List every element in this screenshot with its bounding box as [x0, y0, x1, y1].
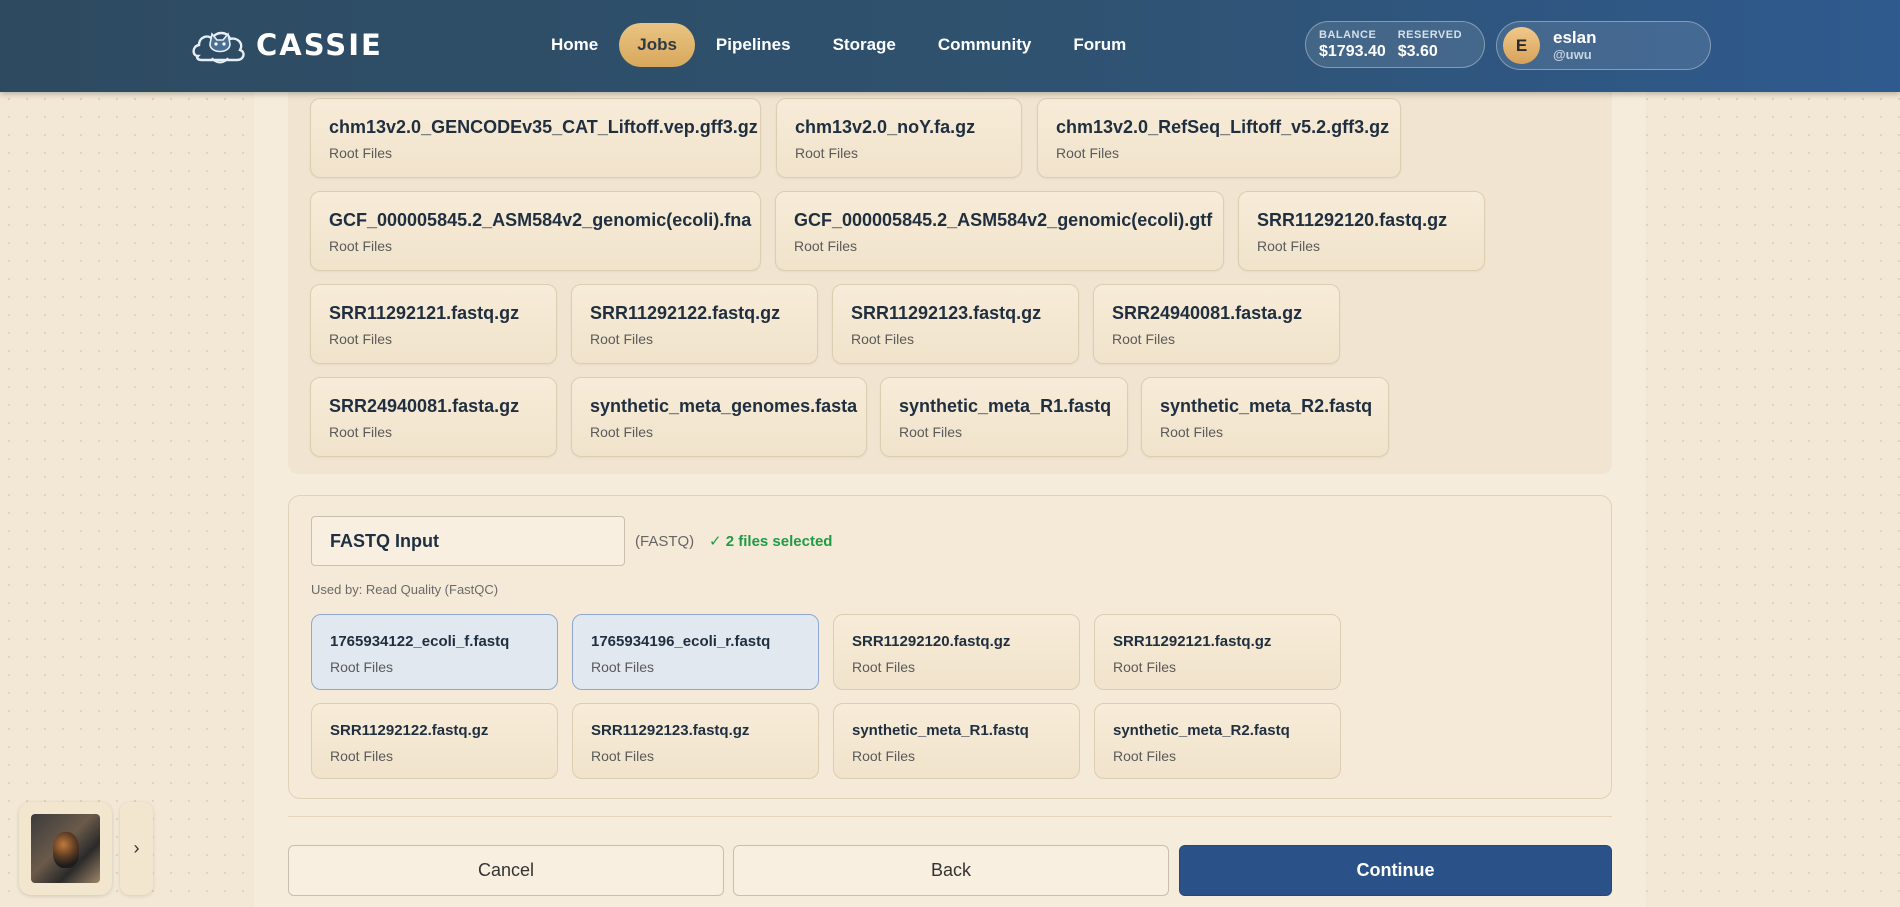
file-card[interactable]: SRR11292120.fastq.gz Root Files [1238, 191, 1485, 271]
file-card[interactable]: SRR24940081.fasta.gz Root Files [310, 377, 557, 457]
file-location: Root Files [591, 659, 655, 675]
nav-forum[interactable]: Forum [1052, 23, 1147, 67]
file-location: Root Files [1257, 238, 1321, 254]
file-name: SRR11292120.fastq.gz [1257, 210, 1448, 230]
balance-label: BALANCE [1319, 29, 1377, 41]
file-card[interactable]: synthetic_meta_R1.fastq Root Files [880, 377, 1128, 457]
file-card[interactable]: chm13v2.0_GENCODEv35_CAT_Liftoff.vep.gff… [310, 98, 761, 178]
user-handle: @uwu [1553, 47, 1592, 62]
file-name: SRR24940081.fasta.gz [329, 396, 520, 416]
file-location: Root Files [851, 331, 915, 347]
file-location: Root Files [852, 659, 916, 675]
media-thumbnail[interactable] [19, 802, 112, 895]
file-card[interactable]: SRR11292121.fastq.gz Root Files [310, 284, 557, 364]
file-name: 1765934122_ecoli_f.fastq [330, 633, 510, 650]
file-location: Root Files [852, 748, 916, 764]
divider [288, 816, 1612, 817]
user-name: eslan [1553, 28, 1597, 47]
back-button[interactable]: Back [733, 845, 1169, 896]
file-name: GCF_000005845.2_ASM584v2_genomic(ecoli).… [329, 210, 752, 230]
file-location: Root Files [899, 424, 963, 440]
file-name: SRR11292121.fastq.gz [1113, 633, 1272, 650]
file-name: chm13v2.0_GENCODEv35_CAT_Liftoff.vep.gff… [329, 117, 758, 137]
file-name: chm13v2.0_noY.fa.gz [795, 117, 976, 137]
file-card[interactable]: chm13v2.0_RefSeq_Liftoff_v5.2.gff3.gz Ro… [1037, 98, 1401, 178]
file-name: synthetic_meta_R2.fastq [1113, 722, 1290, 739]
file-location: Root Files [1113, 748, 1177, 764]
cat-photo-icon [31, 814, 100, 883]
file-location: Root Files [794, 238, 858, 254]
main-nav: Home Jobs Pipelines Storage Community Fo… [530, 23, 1147, 67]
file-name: SRR24940081.fasta.gz [1112, 303, 1303, 323]
nav-community[interactable]: Community [917, 23, 1053, 67]
balance-value: $1793.40 [1319, 43, 1386, 60]
file-name: SRR11292122.fastq.gz [330, 722, 489, 739]
file-location: Root Files [329, 424, 393, 440]
file-location: Root Files [590, 331, 654, 347]
file-card[interactable]: chm13v2.0_noY.fa.gz Root Files [776, 98, 1022, 178]
fastq-file-option[interactable]: synthetic_meta_R2.fastq Root Files [1094, 703, 1341, 779]
file-name: synthetic_meta_genomes.fasta [590, 396, 858, 416]
top-header: CASSIE Home Jobs Pipelines Storage Commu… [0, 0, 1900, 92]
reserved-label: RESERVED [1397, 29, 1463, 41]
file-location: Root Files [795, 145, 859, 161]
file-location: Root Files [330, 659, 394, 675]
file-location: Root Files [591, 748, 655, 764]
file-name: SRR11292121.fastq.gz [329, 303, 520, 323]
nav-pipelines[interactable]: Pipelines [695, 23, 812, 67]
file-card[interactable]: synthetic_meta_R2.fastq Root Files [1141, 377, 1389, 457]
file-location: Root Files [330, 748, 394, 764]
file-location: Root Files [329, 145, 393, 161]
fastq-file-option[interactable]: 1765934122_ecoli_f.fastq Root Files [311, 614, 558, 690]
file-location: Root Files [590, 424, 654, 440]
file-name: SRR11292123.fastq.gz [591, 722, 750, 739]
file-name: synthetic_meta_R2.fastq [1160, 396, 1373, 416]
file-location: Root Files [329, 238, 393, 254]
file-card[interactable]: GCF_000005845.2_ASM584v2_genomic(ecoli).… [310, 191, 761, 271]
cat-cloud-logo-icon [192, 31, 245, 64]
continue-button[interactable]: Continue [1179, 845, 1612, 896]
brand-name: CASSIE [256, 28, 383, 62]
file-location: Root Files [1112, 331, 1176, 347]
cancel-button[interactable]: Cancel [288, 845, 724, 896]
fastq-file-option[interactable]: synthetic_meta_R1.fastq Root Files [833, 703, 1080, 779]
fastq-file-option[interactable]: SRR11292121.fastq.gz Root Files [1094, 614, 1341, 690]
used-by-text: Used by: Read Quality (FastQC) [311, 582, 499, 597]
file-card[interactable]: SRR11292123.fastq.gz Root Files [832, 284, 1079, 364]
nav-jobs[interactable]: Jobs [619, 23, 695, 67]
file-location: Root Files [1160, 424, 1224, 440]
file-card[interactable]: GCF_000005845.2_ASM584v2_genomic(ecoli).… [775, 191, 1224, 271]
file-location: Root Files [329, 331, 393, 347]
file-location: Root Files [1056, 145, 1120, 161]
file-name: synthetic_meta_R1.fastq [899, 396, 1112, 416]
file-name: SRR11292123.fastq.gz [851, 303, 1042, 323]
file-card[interactable]: synthetic_meta_genomes.fasta Root Files [571, 377, 867, 457]
selection-status: ✓ 2 files selected [709, 533, 833, 550]
fastq-file-option[interactable]: 1765934196_ecoli_r.fastq Root Files [572, 614, 819, 690]
file-card[interactable]: SRR11292122.fastq.gz Root Files [571, 284, 818, 364]
avatar: E [1503, 27, 1540, 64]
brand-logo[interactable]: CASSIE [190, 22, 383, 68]
file-name: SRR11292120.fastq.gz [852, 633, 1011, 650]
reserved-value: $3.60 [1397, 43, 1438, 60]
file-name: GCF_000005845.2_ASM584v2_genomic(ecoli).… [794, 210, 1213, 230]
chevron-right-icon[interactable]: › [120, 802, 153, 895]
nav-home[interactable]: Home [530, 23, 619, 67]
fastq-file-option[interactable]: SRR11292120.fastq.gz Root Files [833, 614, 1080, 690]
input-type-label: (FASTQ) [635, 533, 695, 550]
fastq-file-option[interactable]: SRR11292122.fastq.gz Root Files [311, 703, 558, 779]
input-name-field[interactable] [311, 516, 625, 566]
file-name: 1765934196_ecoli_r.fastq [591, 633, 771, 650]
fastq-file-option[interactable]: SRR11292123.fastq.gz Root Files [572, 703, 819, 779]
fastq-input-section: (FASTQ) ✓ 2 files selected Used by: Read… [288, 495, 1612, 799]
file-location: Root Files [1113, 659, 1177, 675]
user-menu[interactable]: E eslan @uwu [1496, 21, 1711, 70]
file-name: synthetic_meta_R1.fastq [852, 722, 1029, 739]
file-name: SRR11292122.fastq.gz [590, 303, 781, 323]
nav-storage[interactable]: Storage [812, 23, 917, 67]
file-card[interactable]: SRR24940081.fasta.gz Root Files [1093, 284, 1340, 364]
balance-widget[interactable]: BALANCE $1793.40 RESERVED $3.60 [1305, 21, 1485, 68]
file-name: chm13v2.0_RefSeq_Liftoff_v5.2.gff3.gz [1056, 117, 1390, 137]
